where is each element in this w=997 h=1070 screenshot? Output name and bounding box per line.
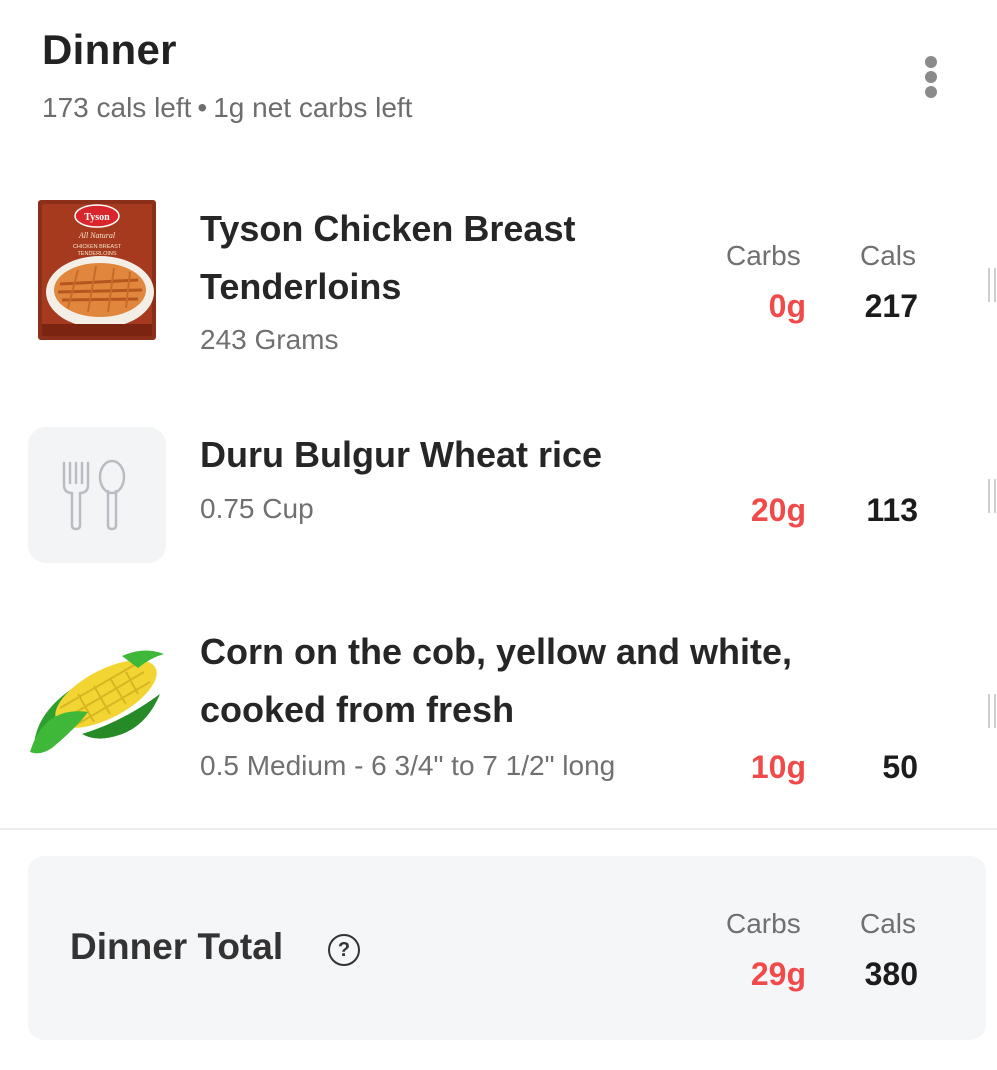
food-carbs-value: 20g xyxy=(750,492,806,528)
drag-handle-icon[interactable] xyxy=(988,479,997,513)
food-name: Tyson Chicken Breast Tenderloins xyxy=(200,200,575,316)
food-name: Duru Bulgur Wheat rice xyxy=(200,426,602,484)
product-package-image: Tyson All Natural CHICKEN BREAST TENDERL… xyxy=(38,200,156,345)
food-carbs-value: 0g xyxy=(768,288,806,324)
food-row-tyson-chicken[interactable]: Tyson All Natural CHICKEN BREAST TENDERL… xyxy=(0,172,997,399)
meal-total-card: Dinner Total ? Carbs Cals 29g 380 xyxy=(28,856,986,1040)
food-row-corn-on-the-cob[interactable]: Corn on the cob, yellow and white, cooke… xyxy=(0,594,997,830)
carbs-left-text: 1g net carbs left xyxy=(213,92,413,123)
total-cals-label: Cals xyxy=(860,908,917,939)
food-row-duru-bulgur[interactable]: Duru Bulgur Wheat rice 0.75 Cup 20g 113 xyxy=(0,397,997,596)
food-cals-value: 50 xyxy=(882,749,918,785)
food-serving: 243 Grams xyxy=(200,324,339,355)
meal-card: Dinner 173 cals left • 1g net carbs left T… xyxy=(0,0,997,1070)
food-name-line2: Tenderloins xyxy=(200,266,402,307)
total-carbs-value: 29g xyxy=(750,956,806,992)
total-cals-value: 380 xyxy=(864,956,918,992)
corn-icon xyxy=(26,642,168,767)
total-carbs-label: Carbs xyxy=(726,908,801,939)
meal-header: Dinner 173 cals left • 1g net carbs left xyxy=(0,0,997,174)
summary-separator: • xyxy=(197,92,208,123)
food-name-line1: Duru Bulgur Wheat rice xyxy=(200,434,603,475)
meal-remaining-summary: 173 cals left • 1g net carbs left xyxy=(42,92,412,124)
food-name-line1: Corn on the cob, yellow and white, xyxy=(200,631,793,672)
food-name: Corn on the cob, yellow and white, cooke… xyxy=(200,623,792,739)
cals-column-label: Cals xyxy=(860,240,917,271)
package-tagline-text: All Natural xyxy=(78,231,116,240)
drag-handle-icon[interactable] xyxy=(988,268,997,302)
more-vertical-icon[interactable] xyxy=(910,50,954,104)
food-name-line1: Tyson Chicken Breast xyxy=(200,208,576,249)
food-serving: 0.75 Cup xyxy=(200,493,314,524)
question-circle-icon[interactable]: ? xyxy=(328,934,360,966)
cals-left-text: 173 cals left xyxy=(42,92,192,123)
meal-title: Dinner xyxy=(42,26,177,73)
package-brand-text: Tyson xyxy=(84,212,110,223)
fork-spoon-icon xyxy=(28,427,166,563)
package-product-text: CHICKEN BREAST xyxy=(73,244,122,250)
meal-total-label: Dinner Total xyxy=(70,926,284,967)
food-carbs-value: 10g xyxy=(750,749,806,785)
food-name-line2: cooked from fresh xyxy=(200,689,515,730)
food-cals-value: 217 xyxy=(864,288,918,324)
food-serving: 0.5 Medium - 6 3/4" to 7 1/2" long xyxy=(200,750,616,781)
food-cals-value: 113 xyxy=(866,492,918,528)
carbs-column-label: Carbs xyxy=(726,240,801,271)
drag-handle-icon[interactable] xyxy=(988,694,997,728)
